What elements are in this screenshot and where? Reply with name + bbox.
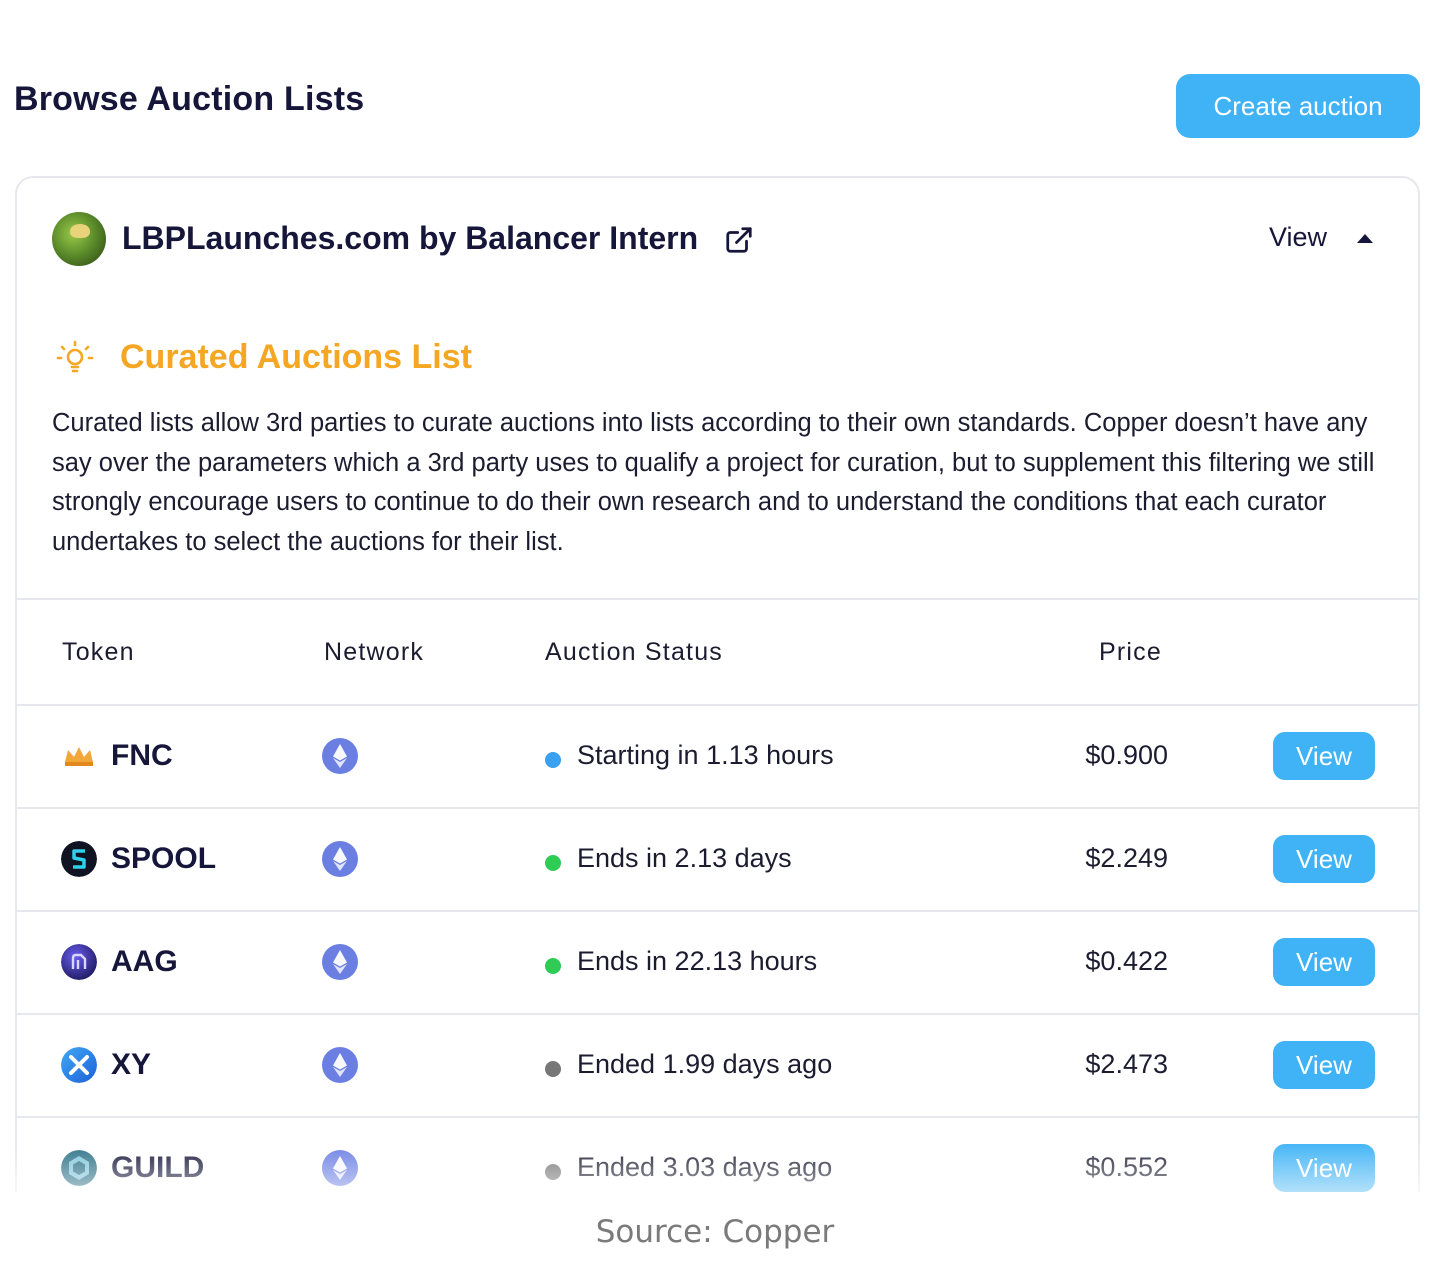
external-link-icon[interactable] — [724, 225, 754, 255]
token-price: $0.422 — [1085, 946, 1168, 976]
token-name: AAG — [111, 945, 178, 978]
spool-token-icon — [61, 841, 97, 877]
curator-header: LBPLaunches.com by Balancer Intern View — [17, 178, 1418, 298]
auction-status: Starting in 1.13 hours — [577, 740, 834, 770]
source-caption: Source: Copper — [595, 1214, 835, 1250]
status-dot — [545, 1164, 561, 1180]
curated-list-description: Curated lists allow 3rd parties to curat… — [52, 409, 1375, 556]
ethereum-icon — [322, 1047, 358, 1083]
table-row[interactable]: FNC Starting in 1.13 hours $0.900 View — [17, 706, 1418, 809]
row-view-button[interactable]: View — [1273, 1041, 1375, 1089]
row-view-button[interactable]: View — [1273, 835, 1375, 883]
token-name: XY — [111, 1048, 152, 1081]
token-name: SPOOL — [111, 842, 217, 875]
fnc-token-icon — [65, 747, 93, 766]
caret-up-icon[interactable] — [1357, 234, 1373, 243]
curator-name[interactable]: LBPLaunches.com by Balancer Intern — [122, 220, 698, 257]
column-header-network: Network — [324, 638, 425, 666]
row-view-button[interactable]: View — [1273, 938, 1375, 986]
status-dot — [545, 752, 561, 768]
ethereum-icon — [322, 944, 358, 980]
auction-status: Ends in 22.13 hours — [577, 946, 818, 976]
table-row[interactable]: AAG Ends in 22.13 hours $0.422 View — [17, 912, 1418, 1015]
token-name: GUILD — [111, 1151, 205, 1184]
collapse-view-toggle[interactable]: View — [1269, 222, 1327, 253]
auction-status: Ended 1.99 days ago — [577, 1049, 833, 1079]
auction-status: Ends in 2.13 days — [577, 843, 792, 873]
ethereum-icon — [322, 841, 358, 877]
table-row[interactable]: XY Ended 1.99 days ago $2.473 View — [17, 1015, 1418, 1118]
ethereum-icon — [322, 738, 358, 774]
column-header-token: Token — [62, 638, 135, 666]
column-header-price: Price — [1099, 638, 1162, 666]
ethereum-icon — [322, 1150, 358, 1186]
status-dot — [545, 958, 561, 974]
token-price: $0.552 — [1085, 1152, 1168, 1182]
status-dot — [545, 855, 561, 871]
lightbulb-icon — [56, 340, 94, 373]
create-auction-button[interactable]: Create auction — [1176, 74, 1420, 138]
column-header-auction-status: Auction Status — [545, 638, 724, 666]
status-dot — [545, 1061, 561, 1077]
token-price: $0.900 — [1085, 740, 1168, 770]
guild-token-icon — [61, 1150, 97, 1186]
curator-card: LBPLaunches.com by Balancer Intern View … — [15, 176, 1420, 1256]
row-view-button[interactable]: View — [1273, 732, 1375, 780]
aag-token-icon — [61, 944, 97, 980]
curator-avatar — [52, 212, 106, 266]
token-name: FNC — [111, 739, 173, 772]
table-header: Token Network Auction Status Price — [17, 598, 1418, 706]
xy-token-icon — [61, 1047, 97, 1083]
auction-status: Ended 3.03 days ago — [577, 1152, 833, 1182]
page-title: Browse Auction Lists — [14, 80, 365, 118]
table-row[interactable]: SPOOL Ends in 2.13 days $2.249 View — [17, 809, 1418, 912]
token-price: $2.473 — [1085, 1049, 1168, 1079]
token-price: $2.249 — [1085, 843, 1168, 873]
row-view-button[interactable]: View — [1273, 1144, 1375, 1192]
curated-list-title: Curated Auctions List — [120, 338, 472, 376]
